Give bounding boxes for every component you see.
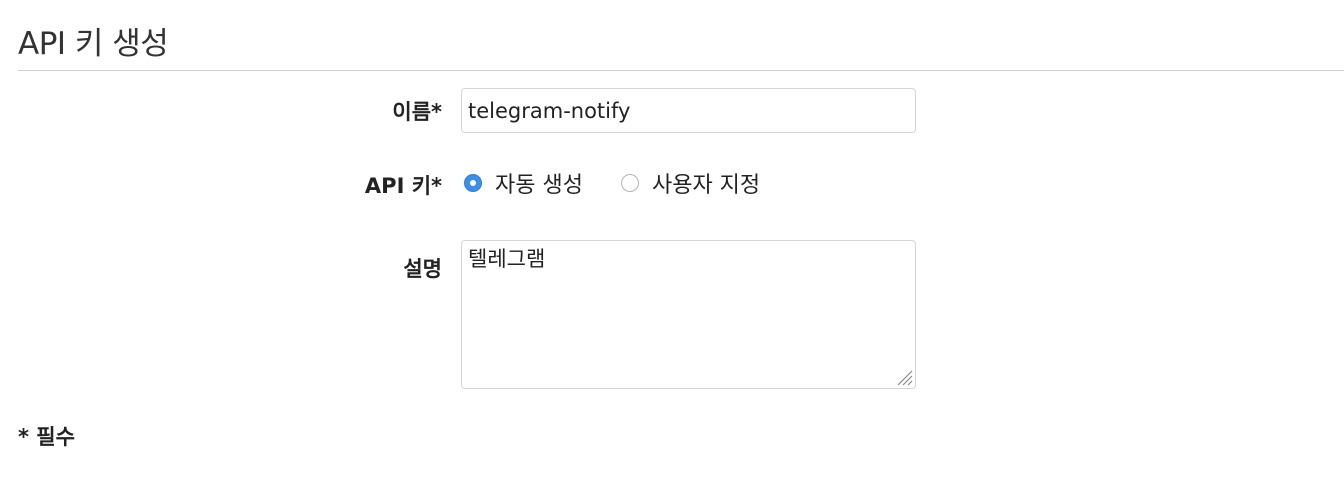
page-title: API 키 생성 [18, 26, 169, 62]
name-input[interactable] [461, 88, 916, 133]
description-label: 설명 [403, 257, 442, 281]
radio-custom[interactable]: 사용자 지정 [620, 167, 761, 199]
radio-auto-generate[interactable]: 자동 생성 [464, 167, 583, 199]
description-textarea[interactable]: 텔레그램 [461, 240, 916, 389]
radio-auto-generate-label: 자동 생성 [495, 173, 583, 198]
api-key-radio-group: 자동 생성 사용자 지정 [464, 168, 798, 198]
required-note: * 필수 [18, 425, 75, 449]
api-key-label: API 키* [364, 174, 442, 198]
name-label: 이름* [392, 100, 442, 124]
radio-checked-icon[interactable] [464, 174, 482, 192]
radio-unchecked-icon[interactable] [620, 174, 639, 192]
resize-handle-icon[interactable] [895, 368, 913, 386]
title-divider [18, 70, 1344, 71]
radio-custom-label: 사용자 지정 [651, 173, 761, 198]
